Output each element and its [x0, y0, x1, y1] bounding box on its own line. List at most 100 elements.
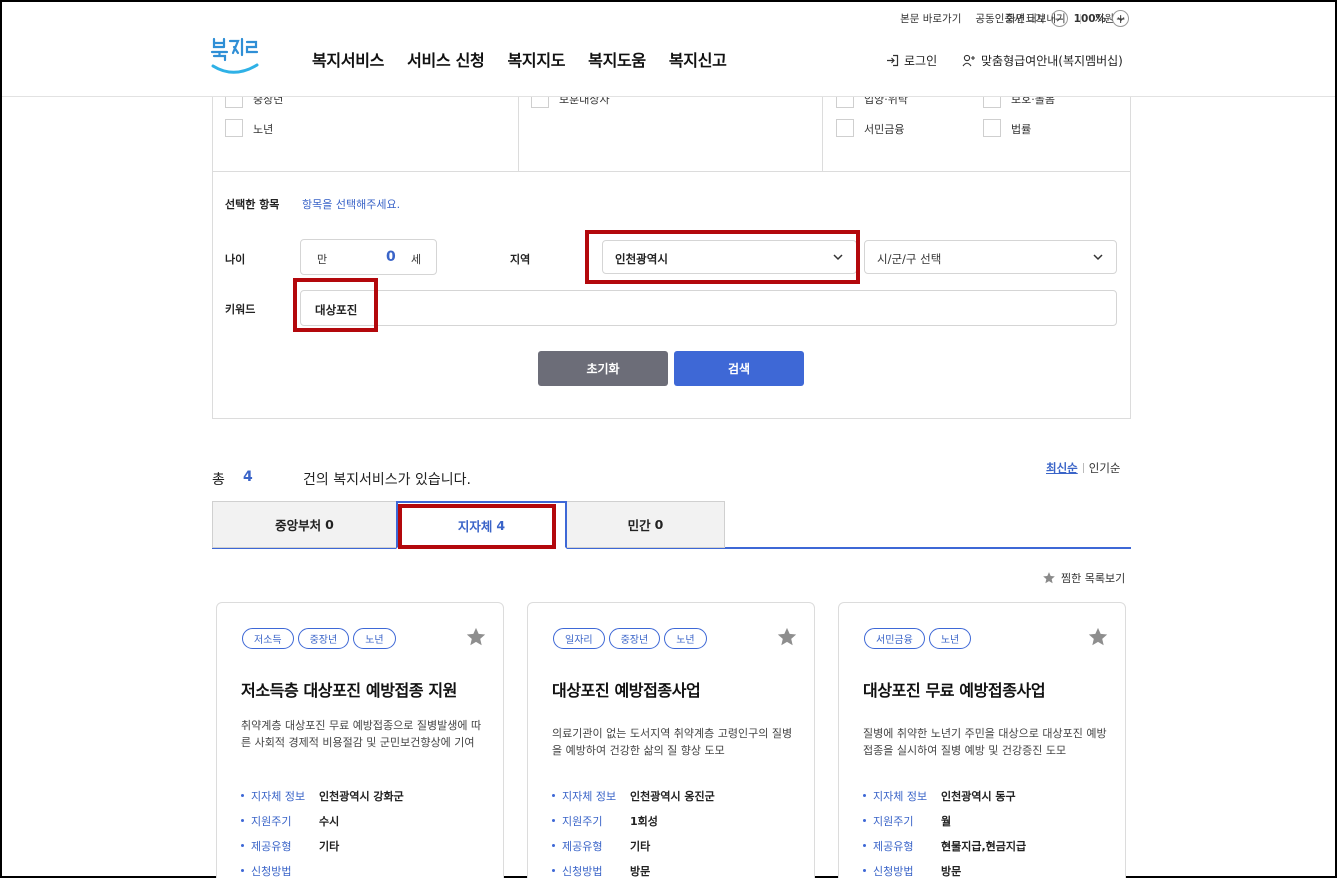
membership-label: 맞춤형급여안내(복지멤버십)	[981, 54, 1123, 68]
service-card[interactable]: 저소득 중장년 노년 저소득층 대상포진 예방접종 지원 취약계층 대상포진 무…	[216, 602, 504, 878]
info-row: 지원주기 월	[863, 808, 1026, 833]
tab-local-government[interactable]: 지자체 4	[396, 501, 567, 549]
card-info: 지자체 정보 인천광역시 동구 지원주기 월 제공유형 현물지급,현금지급 신청방법 방…	[863, 783, 1026, 878]
info-key: 지자체 정보	[552, 788, 630, 804]
nav-welfare-help[interactable]: 복지도움	[588, 47, 646, 71]
zoom-control: 화면크기 − 100% +	[1006, 10, 1130, 27]
info-row: 지원주기 1회성	[552, 808, 715, 833]
age-input[interactable]: 만 0 세	[300, 239, 437, 275]
tag-badge: 일자리	[553, 628, 605, 649]
sort-options: 최신순 인기순	[1046, 460, 1121, 476]
checkbox-label: 서민금융	[864, 123, 905, 136]
tag-badge: 노년	[928, 628, 972, 649]
search-button[interactable]: 검색	[674, 351, 804, 386]
info-value: 기타	[630, 839, 651, 853]
reset-button[interactable]: 초기화	[538, 351, 668, 386]
info-row: 제공유형 현물지급,현금지급	[863, 833, 1026, 858]
tab-private[interactable]: 민간 0	[566, 501, 725, 548]
card-title[interactable]: 저소득층 대상포진 예방접종 지원	[241, 677, 457, 701]
user-plus-icon	[962, 54, 975, 67]
keyword-input[interactable]: 대상포진	[300, 290, 1117, 326]
zoom-value: 100%	[1073, 12, 1107, 25]
info-key: 지원주기	[241, 813, 319, 829]
info-value: 방문	[630, 864, 651, 878]
provider-tabs: 중앙부처 0 지자체 4 민간 0	[212, 501, 1131, 549]
info-key: 제공유형	[863, 838, 941, 854]
zoom-out-button[interactable]: −	[1050, 10, 1068, 27]
membership-link[interactable]: 맞춤형급여안내(복지멤버십)	[962, 52, 1123, 69]
card-title[interactable]: 대상포진 예방접종사업	[552, 677, 701, 701]
checkbox-legal[interactable]	[983, 119, 1001, 137]
info-key: 신청방법	[863, 863, 941, 878]
sort-popular[interactable]: 인기순	[1089, 460, 1121, 476]
main-navigation: 복지서비스 서비스 신청 복지지도 복지도움 복지신고	[312, 47, 727, 71]
info-value: 현물지급,현금지급	[941, 839, 1027, 853]
card-info: 지자체 정보 인천광역시 강화군 지원주기 수시 제공유형 기타 신청방법	[241, 783, 404, 878]
bokjiro-logo-icon	[210, 37, 259, 74]
info-row: 제공유형 기타	[552, 833, 715, 858]
tag-badge: 서민금융	[864, 628, 925, 649]
region-label: 지역	[510, 253, 531, 266]
info-key: 신청방법	[552, 863, 630, 878]
tab-label: 지자체	[457, 518, 493, 534]
tag-badge: 저소득	[242, 628, 294, 649]
site-logo[interactable]	[210, 35, 262, 77]
region-select-value: 인천광역시	[615, 252, 668, 266]
info-key: 지원주기	[552, 813, 630, 829]
info-value: 방문	[941, 864, 962, 878]
region-select[interactable]: 인천광역시	[602, 240, 857, 274]
divider	[1082, 463, 1084, 473]
keyword-label: 키워드	[225, 303, 256, 316]
service-card[interactable]: 일자리 중장년 노년 대상포진 예방접종사업 의료기관이 없는 도서지역 취약계…	[527, 602, 815, 878]
checkbox-senior[interactable]	[225, 119, 243, 137]
info-value: 인천광역시 옹진군	[630, 789, 715, 803]
nav-welfare-services[interactable]: 복지서비스	[312, 47, 384, 71]
tag-badge: 중장년	[297, 628, 350, 649]
keyword-input-value: 대상포진	[315, 303, 358, 317]
favorites-view-link[interactable]: 찜한 목록보기	[1042, 570, 1125, 586]
chevron-down-icon	[833, 254, 843, 261]
favorite-star-icon[interactable]	[465, 626, 487, 648]
info-value: 인천광역시 강화군	[319, 789, 404, 803]
favorite-star-icon[interactable]	[776, 626, 798, 648]
district-select-value: 시/군/구 선택	[877, 252, 942, 266]
tab-count: 4	[496, 517, 506, 533]
info-row: 신청방법 방문	[863, 858, 1026, 878]
tab-count: 0	[325, 517, 334, 532]
zoom-in-button[interactable]: +	[1112, 10, 1130, 27]
card-description: 취약계층 대상포진 무료 예방접종으로 질병발생에 따른 사회적 경제적 비용절…	[241, 719, 482, 749]
star-icon	[1043, 572, 1055, 584]
sort-latest[interactable]: 최신순	[1046, 460, 1078, 476]
favorite-star-icon[interactable]	[1087, 626, 1109, 648]
selected-items-hint: 항목을 선택해주세요.	[302, 198, 401, 211]
info-row: 지원주기 수시	[241, 808, 404, 833]
nav-service-application[interactable]: 서비스 신청	[407, 47, 485, 71]
login-label: 로그인	[904, 54, 938, 68]
age-label: 나이	[225, 253, 246, 266]
checkbox-label: 법률	[1011, 123, 1032, 136]
age-suffix: 세	[411, 253, 422, 266]
service-card[interactable]: 서민금융 노년 대상포진 무료 예방접종사업 질병에 취약한 노년기 주민을 대…	[838, 602, 1126, 878]
zoom-label: 화면크기	[1006, 13, 1045, 25]
selected-items-label: 선택한 항목	[225, 198, 280, 211]
card-description: 의료기관이 없는 도서지역 취약계층 고령인구의 질병을 예방하여 건강한 삶의…	[552, 727, 793, 757]
info-row: 지자체 정보 인천광역시 동구	[863, 783, 1026, 808]
card-tags: 일자리 중장년 노년	[553, 628, 707, 649]
nav-welfare-map[interactable]: 복지지도	[507, 47, 565, 71]
info-row: 지자체 정보 인천광역시 강화군	[241, 783, 404, 808]
login-link[interactable]: 로그인	[886, 52, 937, 69]
age-value[interactable]: 0	[386, 249, 396, 265]
nav-welfare-report[interactable]: 복지신고	[669, 47, 727, 71]
skip-to-content-link[interactable]: 본문 바로가기	[900, 11, 961, 26]
tab-central-government[interactable]: 중앙부처 0	[212, 501, 397, 548]
checkbox-microfinance[interactable]	[836, 119, 854, 137]
card-title[interactable]: 대상포진 무료 예방접종사업	[863, 677, 1046, 701]
chevron-down-icon	[1093, 254, 1103, 261]
info-value: 기타	[319, 839, 340, 853]
total-count: 4	[243, 469, 253, 485]
card-tags: 저소득 중장년 노년	[242, 628, 396, 649]
district-select[interactable]: 시/군/구 선택	[864, 240, 1117, 274]
info-row: 신청방법 방문	[552, 858, 715, 878]
site-header: 본문 바로가기 공동인증서 내보내기 지원 화면크기 − 100% + 복지서비…	[2, 2, 1335, 97]
info-key: 신청방법	[241, 863, 319, 878]
